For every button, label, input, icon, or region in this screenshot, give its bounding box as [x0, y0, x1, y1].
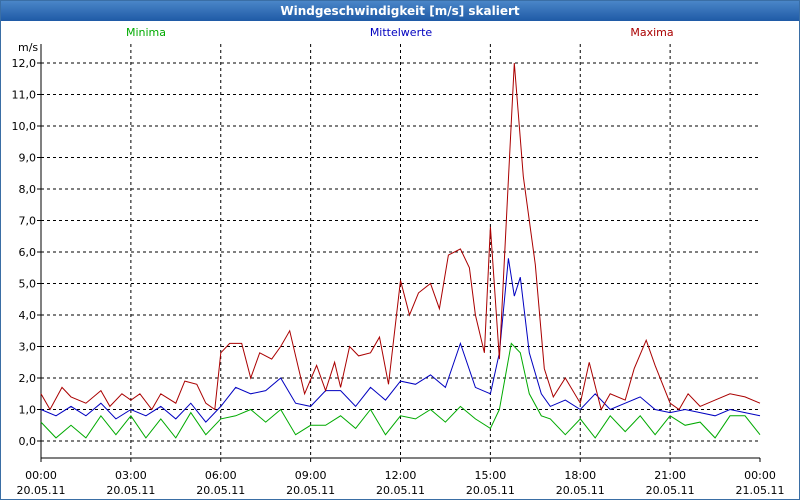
wind-speed-chart: 0,0 1,0 2,0 3,0 4,0 5,0 6,0 7,0 8,0 9,0 10,0 11,0 12…: [12, 26, 785, 497]
legend-minima: Minima: [126, 26, 166, 39]
x-tick-label-date: 20.05.11: [646, 484, 695, 497]
x-tick-label-time: 21:00: [654, 469, 686, 482]
y-tick-label: 2,0: [19, 372, 37, 385]
x-tick-label-time: 12:00: [385, 469, 417, 482]
x-tick-label-time: 00:00: [25, 469, 57, 482]
axes: [37, 44, 761, 462]
x-tick-label-time: 06:00: [205, 469, 237, 482]
x-tick-label-date: 20.05.11: [286, 484, 335, 497]
x-tick-label-date: 20.05.11: [556, 484, 605, 497]
y-tick-label: 3,0: [19, 341, 37, 354]
y-tick-label: 0,0: [19, 435, 37, 448]
legend-mittelwerte: Mittelwerte: [370, 26, 433, 39]
y-tick-label: 1,0: [19, 404, 37, 417]
y-tick-label: 11,0: [12, 89, 37, 102]
y-tick-label: 7,0: [19, 215, 37, 228]
x-tick-label-date: 20.05.11: [376, 484, 425, 497]
y-tick-label: 8,0: [19, 183, 37, 196]
x-tick-label-time: 09:00: [295, 469, 327, 482]
y-tick-label: 4,0: [19, 309, 37, 322]
x-tick-label-date: 20.05.11: [17, 484, 66, 497]
y-tick-label: 5,0: [19, 278, 37, 291]
x-tick-label-date: 21.05.11: [736, 484, 785, 497]
x-tick-label-date: 20.05.11: [196, 484, 245, 497]
x-tick-label-date: 20.05.11: [106, 484, 155, 497]
x-tick-label-date: 20.05.11: [466, 484, 515, 497]
grid-lines: [41, 44, 760, 458]
tick-labels: 0,0 1,0 2,0 3,0 4,0 5,0 6,0 7,0 8,0 9,0 10,0 11,0 12…: [12, 57, 785, 497]
y-axis-label: m/s: [18, 41, 38, 54]
y-tick-label: 10,0: [12, 120, 37, 133]
x-tick-label-time: 00:00: [744, 469, 776, 482]
y-tick-label: 9,0: [19, 152, 37, 165]
x-tick-label-time: 15:00: [475, 469, 507, 482]
x-tick-label-time: 03:00: [115, 469, 147, 482]
legend-maxima: Maxima: [630, 26, 673, 39]
x-tick-label-time: 18:00: [564, 469, 596, 482]
y-tick-label: 12,0: [12, 57, 37, 70]
y-tick-label: 6,0: [19, 246, 37, 259]
